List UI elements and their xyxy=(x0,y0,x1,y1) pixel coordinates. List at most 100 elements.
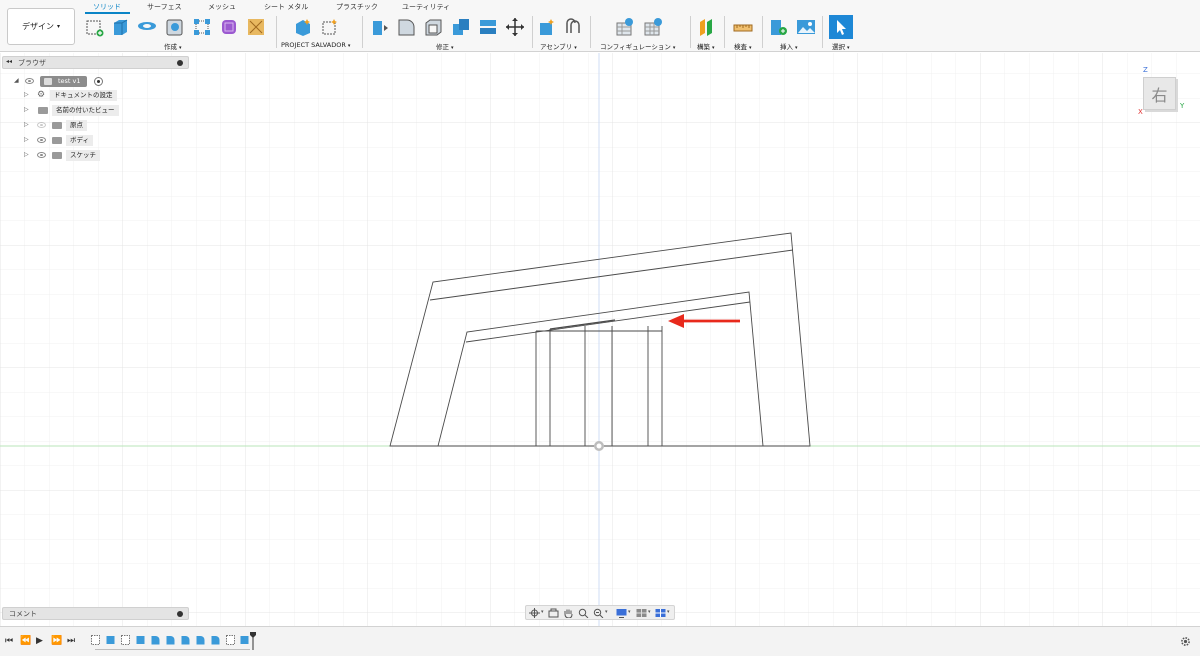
timeline-extrude-icon[interactable] xyxy=(136,635,145,645)
modify-menu[interactable]: 修正 ▾ xyxy=(436,41,454,51)
chevron-down-icon[interactable]: ▾ xyxy=(605,609,608,615)
view-cube[interactable]: Z 右 X Y xyxy=(1138,66,1188,116)
timeline-fillet-icon[interactable] xyxy=(151,635,160,645)
press-pull-icon[interactable] xyxy=(370,17,390,37)
browser-item-bodies[interactable]: ▷ ボディ xyxy=(24,135,144,147)
expand-arrow-icon[interactable]: ▷ xyxy=(24,91,29,98)
tab-utility[interactable]: ユーティリティ xyxy=(402,2,450,12)
timeline-sketch-icon[interactable] xyxy=(226,635,235,645)
expand-arrow-icon[interactable]: ▷ xyxy=(24,151,29,158)
browser-item-origin[interactable]: ▷ 原点 xyxy=(24,120,144,132)
visibility-eye-icon[interactable] xyxy=(37,137,46,143)
visibility-eye-icon[interactable] xyxy=(37,152,46,158)
fit-icon[interactable] xyxy=(593,608,604,618)
chevron-down-icon[interactable]: ▾ xyxy=(541,609,544,615)
comments-panel-header[interactable]: コメント xyxy=(2,607,189,620)
canvas-viewport[interactable] xyxy=(0,53,1200,626)
timeline-fillet-icon[interactable] xyxy=(166,635,175,645)
browser-item-sketches[interactable]: ▷ スケッチ xyxy=(24,150,144,162)
browser-item-named-views[interactable]: ▷ 名前の付いたビュー xyxy=(24,105,144,117)
panel-pin-icon[interactable] xyxy=(177,60,183,66)
chevron-down-icon[interactable]: ▾ xyxy=(648,609,651,615)
timeline-sketch-icon[interactable] xyxy=(91,635,100,645)
chevron-down-icon[interactable]: ▾ xyxy=(667,609,670,615)
visibility-eye-icon[interactable] xyxy=(25,78,34,84)
panel-pin-icon[interactable] xyxy=(177,611,183,617)
select-icon[interactable] xyxy=(829,15,853,39)
combine-icon[interactable] xyxy=(451,17,471,37)
tab-solid[interactable]: ソリッド xyxy=(93,2,121,12)
viewports-icon[interactable] xyxy=(655,608,666,618)
activate-radio-icon[interactable] xyxy=(94,77,103,86)
timeline-settings-gear-icon[interactable] xyxy=(1180,636,1191,647)
expand-arrow-icon[interactable]: ▷ xyxy=(24,106,29,113)
tab-mesh[interactable]: メッシュ xyxy=(208,2,236,12)
configure-table-icon[interactable] xyxy=(615,17,635,37)
new-component-icon[interactable] xyxy=(537,17,557,37)
display-settings-icon[interactable] xyxy=(616,608,627,618)
measure-icon[interactable] xyxy=(733,17,753,37)
workspace-dropdown[interactable]: デザイン ▾ xyxy=(7,8,75,45)
shell-icon[interactable] xyxy=(423,17,443,37)
timeline-fillet-icon[interactable] xyxy=(181,635,190,645)
chevron-down-icon[interactable]: ▾ xyxy=(628,609,631,615)
timeline-prev-icon[interactable]: ⏪ xyxy=(20,636,31,646)
timeline-next-icon[interactable]: ⏩ xyxy=(51,636,62,646)
timeline-fillet-icon[interactable] xyxy=(196,635,205,645)
joint-icon[interactable] xyxy=(563,17,583,37)
timeline-fillet-icon[interactable] xyxy=(211,635,220,645)
timeline-play-icon[interactable]: ▶ xyxy=(36,636,43,646)
insert-menu[interactable]: 挿入 ▾ xyxy=(780,41,798,51)
form-icon[interactable] xyxy=(219,17,239,37)
pattern-icon[interactable] xyxy=(192,17,212,37)
tab-surface[interactable]: サーフェス xyxy=(147,2,182,12)
split-body-icon[interactable] xyxy=(478,17,498,37)
configure-rule-icon[interactable] xyxy=(643,17,663,37)
fillet-icon[interactable] xyxy=(396,17,416,37)
view-cube-right-face[interactable]: 右 xyxy=(1143,77,1176,110)
browser-panel-header[interactable]: ◂◂ ブラウザ xyxy=(2,56,189,69)
pan-hand-icon[interactable] xyxy=(563,608,574,618)
insert-derive-icon[interactable] xyxy=(769,17,789,37)
tab-plastic[interactable]: プラスチック xyxy=(336,2,378,12)
look-at-icon[interactable] xyxy=(548,608,559,618)
timeline-extrude-icon[interactable] xyxy=(240,635,249,645)
browser-item-document-settings[interactable]: ▷ ⚙ ドキュメントの設定 xyxy=(24,90,144,102)
create-menu-label: 作成 xyxy=(164,43,177,51)
orbit-icon[interactable] xyxy=(529,608,540,618)
select-menu[interactable]: 選択 ▾ xyxy=(832,41,850,51)
project-salvador-sketch-icon[interactable] xyxy=(320,17,340,37)
browser-root-item[interactable]: ◢ test v1 xyxy=(14,76,114,88)
construct-menu[interactable]: 構築 ▾ xyxy=(697,41,715,51)
timeline-extrude-icon[interactable] xyxy=(106,635,115,645)
hole-icon[interactable] xyxy=(165,17,185,37)
inspect-menu[interactable]: 検査 ▾ xyxy=(734,41,752,51)
insert-canvas-icon[interactable] xyxy=(796,17,816,37)
timeline-last-icon[interactable]: ⏭ xyxy=(67,636,75,646)
move-icon[interactable] xyxy=(505,17,525,37)
collapse-arrow-icon[interactable]: ◢ xyxy=(14,77,19,84)
timeline-sketch-icon[interactable] xyxy=(121,635,130,645)
assemble-menu[interactable]: アセンブリ ▾ xyxy=(540,41,577,51)
chevron-down-icon: ▾ xyxy=(56,23,60,30)
project-salvador-menu[interactable]: PROJECT SALVADOR ▾ xyxy=(281,41,350,49)
revolve-icon[interactable] xyxy=(137,17,157,37)
create-menu[interactable]: 作成 ▾ xyxy=(164,41,182,51)
offset-plane-icon[interactable] xyxy=(697,17,717,37)
generative-design-icon[interactable] xyxy=(246,17,266,37)
expand-arrow-icon[interactable]: ▷ xyxy=(24,121,29,128)
modify-menu-label: 修正 xyxy=(436,43,449,51)
collapse-panel-icon[interactable]: ◂◂ xyxy=(6,58,12,65)
expand-arrow-icon[interactable]: ▷ xyxy=(24,136,29,143)
zoom-icon[interactable] xyxy=(578,608,589,618)
create-sketch-icon[interactable] xyxy=(85,17,105,37)
visibility-eye-icon[interactable] xyxy=(37,122,46,128)
grid-snap-icon[interactable] xyxy=(636,608,647,618)
timeline-first-icon[interactable]: ⏮ xyxy=(5,636,13,646)
project-salvador-icon[interactable] xyxy=(293,17,313,37)
extrude-icon[interactable] xyxy=(110,17,130,37)
configure-menu[interactable]: コンフィギュレーション ▾ xyxy=(600,41,675,51)
timeline-marker-icon[interactable] xyxy=(250,632,256,650)
tab-sheet-metal[interactable]: シート メタル xyxy=(264,2,308,12)
folder-icon xyxy=(52,137,62,144)
